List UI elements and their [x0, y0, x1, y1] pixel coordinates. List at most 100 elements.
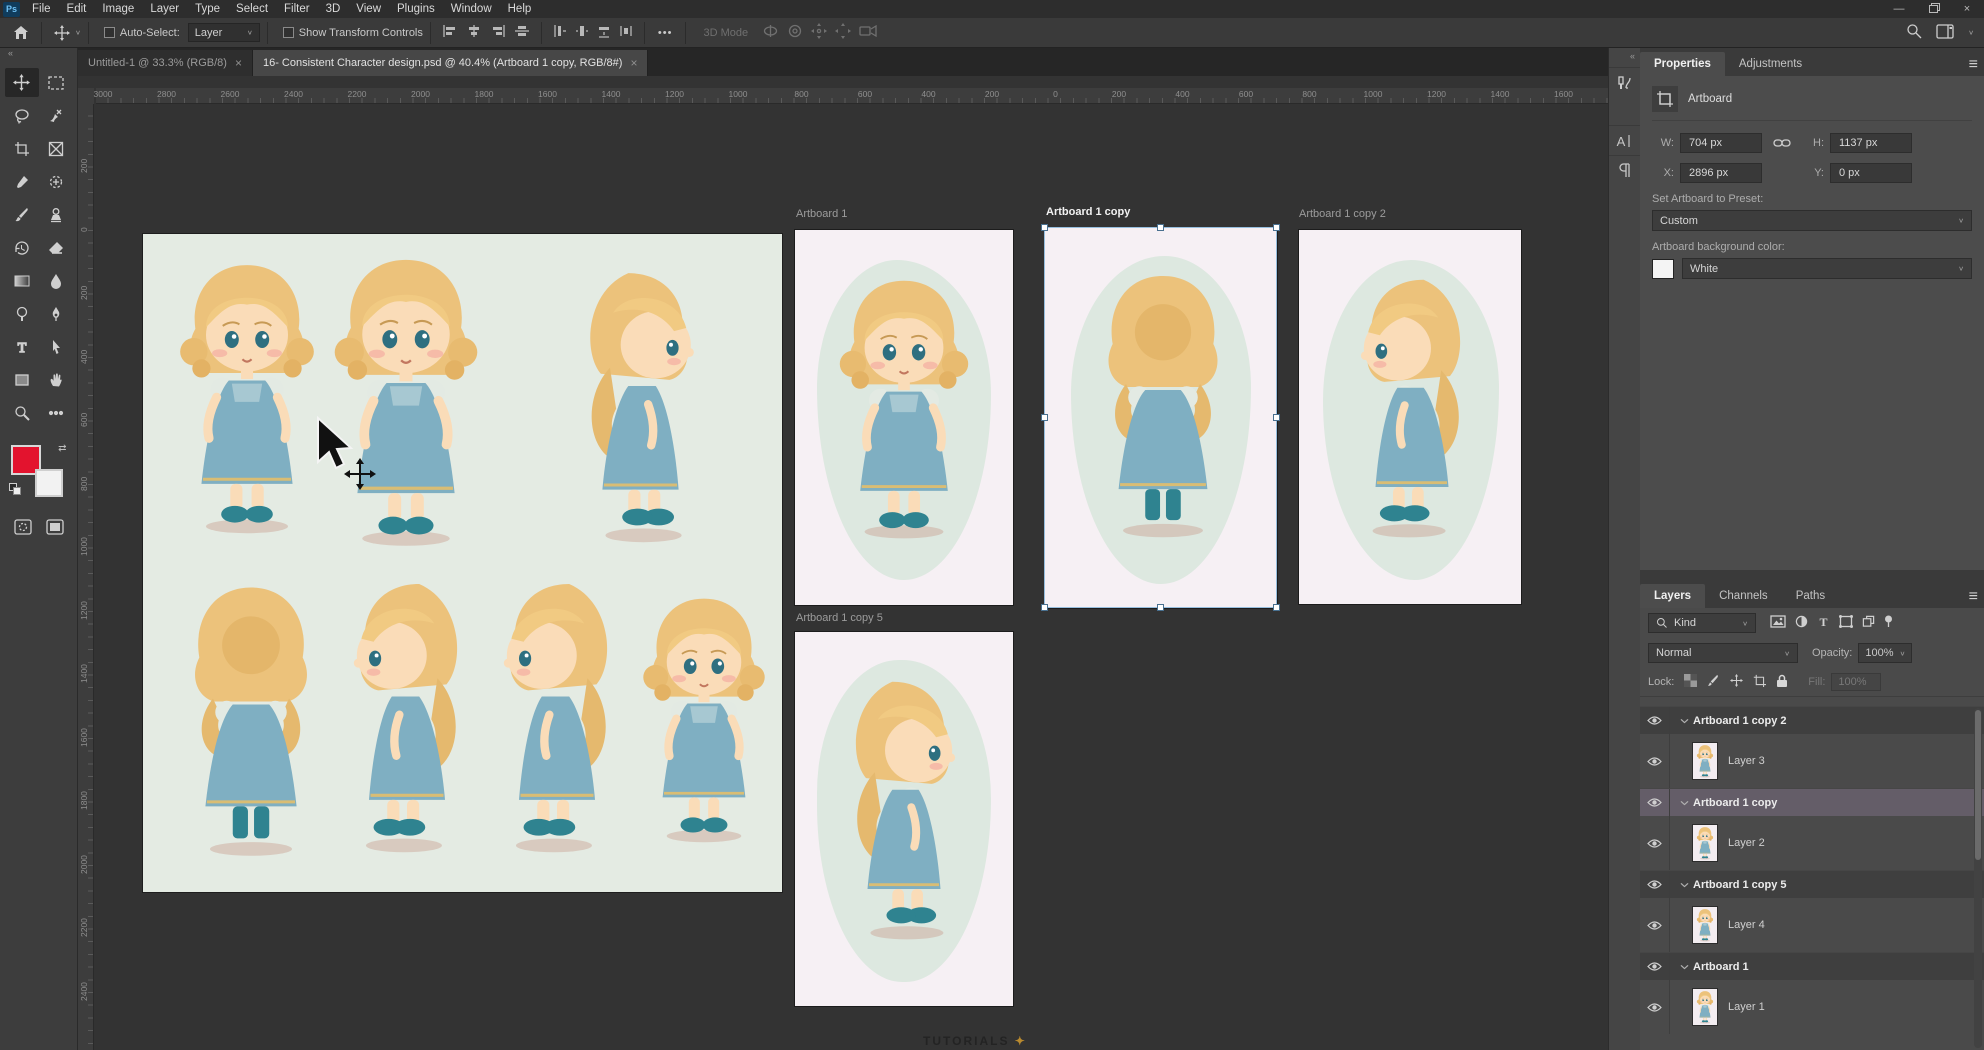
tool-hand[interactable] [39, 365, 73, 394]
tool-brush[interactable] [5, 200, 39, 229]
menu-plugins[interactable]: Plugins [389, 2, 443, 16]
lock-pixels-icon[interactable] [1707, 674, 1720, 690]
selection-handle-w[interactable] [1041, 414, 1048, 421]
filter-smart-objects-icon[interactable] [1862, 615, 1875, 631]
panel-menu-icon[interactable]: ≡ [1969, 56, 1978, 74]
filter-shape-layers-icon[interactable] [1839, 615, 1853, 631]
layer-visibility-eye-icon[interactable] [1640, 734, 1670, 788]
preset-dropdown[interactable]: Custom ∨ [1652, 210, 1972, 231]
tool-rectangle-shape[interactable] [5, 365, 39, 394]
tool-move[interactable] [5, 68, 39, 97]
artboard-1-copy[interactable] [1045, 228, 1277, 608]
y-field[interactable]: 0 px [1830, 163, 1912, 183]
tool-type[interactable]: T [5, 332, 39, 361]
lock-transparency-icon[interactable] [1684, 674, 1697, 690]
background-color-swatch[interactable] [35, 469, 63, 497]
distribute-vertical-icon[interactable] [619, 24, 633, 41]
link-dimensions-icon[interactable] [1762, 138, 1802, 148]
toolbar-collapse-chevron[interactable]: « [0, 48, 77, 64]
tab-channels[interactable]: Channels [1705, 584, 1782, 608]
brush-settings-panel-icon[interactable] [1609, 67, 1641, 97]
tool-object-selection[interactable] [39, 101, 73, 130]
artboard-label-1-copy[interactable]: Artboard 1 copy [1046, 206, 1130, 218]
collapse-chevron-icon[interactable] [1680, 881, 1689, 889]
tool-dodge[interactable] [5, 299, 39, 328]
reference-image[interactable] [143, 234, 782, 892]
tool-history-brush[interactable] [5, 233, 39, 262]
tool-healing-brush[interactable] [39, 167, 73, 196]
align-right-icon[interactable] [490, 24, 506, 41]
screen-mode-button[interactable] [46, 519, 64, 540]
selection-handle-se[interactable] [1273, 604, 1280, 611]
tool-edit-toolbar[interactable] [39, 398, 73, 427]
default-colors-icon[interactable] [9, 483, 22, 496]
distribute-bottom-icon[interactable] [597, 24, 611, 41]
tool-gradient[interactable] [5, 266, 39, 295]
artboard-bg-dropdown[interactable]: White ∨ [1682, 258, 1972, 279]
more-align-options[interactable]: ••• [658, 27, 673, 39]
lock-position-icon[interactable] [1730, 674, 1743, 690]
vertical-ruler[interactable]: 2000200400600800100012001400160018002000… [78, 104, 94, 1050]
horizontal-ruler[interactable]: 3000280026002400220020001800160014001200… [96, 88, 1608, 104]
tool-path-selection[interactable] [39, 332, 73, 361]
filter-pin-icon[interactable] [1884, 615, 1893, 631]
align-center-horizontal-icon[interactable] [466, 24, 482, 41]
collapse-chevron-icon[interactable] [1680, 717, 1689, 725]
artboard-label-1[interactable]: Artboard 1 [796, 208, 847, 220]
menu-file[interactable]: File [24, 2, 59, 16]
auto-select-target-dropdown[interactable]: Layer ∨ [188, 23, 260, 42]
selection-handle-n[interactable] [1157, 224, 1164, 231]
layer-visibility-eye-icon[interactable] [1640, 707, 1670, 734]
document-tab-untitled[interactable]: Untitled-1 @ 33.3% (RGB/8) × [78, 50, 253, 76]
menu-view[interactable]: View [348, 2, 389, 16]
layer-row-artboard-1[interactable]: Artboard 1 [1640, 952, 1984, 980]
tool-eraser[interactable] [39, 233, 73, 262]
tool-clone-stamp[interactable] [39, 200, 73, 229]
tab-adjustments[interactable]: Adjustments [1725, 52, 1816, 76]
paragraph-panel-icon[interactable] [1609, 155, 1641, 185]
blend-mode-dropdown[interactable]: Normal ∨ [1648, 643, 1798, 663]
artboard-1-copy-5[interactable] [795, 632, 1013, 1006]
scrollbar-thumb[interactable] [1975, 710, 1981, 860]
menu-3d[interactable]: 3D [318, 2, 349, 16]
selection-handle-ne[interactable] [1273, 224, 1280, 231]
expand-panels-chevron[interactable]: « [1609, 48, 1640, 67]
opacity-field[interactable]: 100% ∨ [1858, 643, 1912, 663]
layer-thumbnail[interactable] [1692, 824, 1718, 862]
selection-handle-nw[interactable] [1041, 224, 1048, 231]
layer-visibility-eye-icon[interactable] [1640, 816, 1670, 870]
workspace-switcher-icon[interactable] [1936, 24, 1954, 42]
close-button[interactable]: × [1950, 0, 1984, 18]
distribute-center-icon[interactable] [575, 24, 589, 41]
menu-edit[interactable]: Edit [59, 2, 95, 16]
search-icon[interactable] [1906, 23, 1922, 42]
artboard-bg-swatch[interactable] [1652, 259, 1674, 279]
layer-row-artboard-1-copy-5[interactable]: Artboard 1 copy 5 [1640, 870, 1984, 898]
tab-properties[interactable]: Properties [1640, 52, 1725, 76]
height-field[interactable]: 1137 px [1830, 133, 1912, 153]
tool-preset-chevron[interactable]: ∨ [75, 29, 81, 36]
home-button[interactable] [8, 22, 34, 44]
width-field[interactable]: 704 px [1680, 133, 1762, 153]
layer-row-layer-1[interactable]: Layer 1 [1640, 980, 1984, 1034]
tool-pen[interactable] [39, 299, 73, 328]
artboard-label-1-copy-5[interactable]: Artboard 1 copy 5 [796, 612, 883, 624]
lock-all-icon[interactable] [1776, 674, 1788, 691]
filter-pixel-layers-icon[interactable] [1770, 615, 1786, 631]
menu-layer[interactable]: Layer [142, 2, 187, 16]
align-left-icon[interactable] [442, 24, 458, 41]
layer-visibility-eye-icon[interactable] [1640, 898, 1670, 952]
menu-window[interactable]: Window [443, 2, 500, 16]
layer-row-layer-3[interactable]: Layer 3 [1640, 734, 1984, 788]
move-tool-icon[interactable] [49, 22, 75, 44]
layer-visibility-eye-icon[interactable] [1640, 953, 1670, 980]
panel-menu-icon[interactable]: ≡ [1969, 588, 1978, 606]
tool-frame[interactable] [39, 134, 73, 163]
layer-row-layer-4[interactable]: Layer 4 [1640, 898, 1984, 952]
artboard-1[interactable] [795, 230, 1013, 605]
artboard-label-1-copy-2[interactable]: Artboard 1 copy 2 [1299, 208, 1386, 220]
tool-zoom[interactable] [5, 398, 39, 427]
document-tab-character-design[interactable]: 16- Consistent Character design.psd @ 40… [253, 50, 649, 76]
layer-filter-dropdown[interactable]: Kind ∨ [1648, 613, 1756, 633]
close-tab-icon[interactable]: × [630, 56, 637, 70]
